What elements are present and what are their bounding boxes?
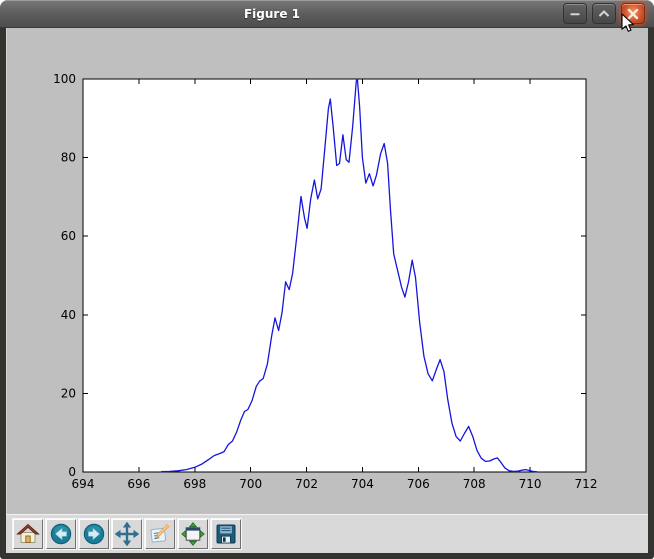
y-tick-label: 20: [61, 386, 76, 400]
back-arrow-icon: [50, 523, 72, 545]
x-tick-label: 710: [519, 477, 542, 491]
save-floppy-icon: [216, 524, 236, 544]
plot-canvas[interactable]: 694 696 698 700 702 704 706 708 710 712 0 20 40 60 80 1…: [7, 28, 649, 514]
pan-arrows-icon: [115, 522, 139, 546]
minimize-button[interactable]: [563, 3, 587, 24]
y-tick-label: 60: [61, 229, 76, 243]
maximize-icon: [598, 9, 610, 17]
x-tick-label: 712: [575, 477, 598, 491]
maximize-button[interactable]: [592, 3, 616, 24]
pan-button[interactable]: [112, 519, 142, 549]
forward-button[interactable]: [79, 519, 109, 549]
forward-arrow-icon: [83, 523, 105, 545]
window-title: Figure 1: [243, 7, 301, 21]
figure-window: Figure 1 694 696 698 700 702 704 706 708 710 712 0…: [0, 0, 654, 559]
x-tick-label: 694: [72, 477, 95, 491]
x-tick-label: 704: [351, 477, 374, 491]
subplots-button[interactable]: [178, 519, 208, 549]
back-button[interactable]: [46, 519, 76, 549]
x-tick-label: 708: [463, 477, 486, 491]
y-tick-label: 100: [53, 72, 76, 86]
x-tick-label: 702: [295, 477, 318, 491]
x-tick-label: 698: [183, 477, 206, 491]
x-tick-label: 706: [407, 477, 430, 491]
close-button[interactable]: [621, 3, 645, 24]
zoom-to-rect-icon: [150, 523, 170, 543]
x-tick-label: 696: [127, 477, 150, 491]
x-tick-label: 700: [239, 477, 262, 491]
y-tick-label: 40: [61, 308, 76, 322]
navigation-toolbar: [6, 514, 648, 553]
y-tick-label: 80: [61, 151, 76, 165]
save-button[interactable]: [211, 519, 241, 549]
close-icon: [627, 8, 639, 19]
zoom-button[interactable]: [145, 519, 175, 549]
home-icon: [16, 523, 40, 543]
minimize-icon: [570, 12, 580, 15]
figure-canvas: 694 696 698 700 702 704 706 708 710 712 0 20 40 60 80 1…: [6, 28, 648, 514]
home-button[interactable]: [13, 519, 43, 549]
window-controls: [563, 3, 645, 24]
y-tick-label: 0: [68, 465, 76, 479]
configure-subplots-icon: [181, 522, 205, 546]
window-titlebar[interactable]: Figure 1: [0, 0, 654, 28]
